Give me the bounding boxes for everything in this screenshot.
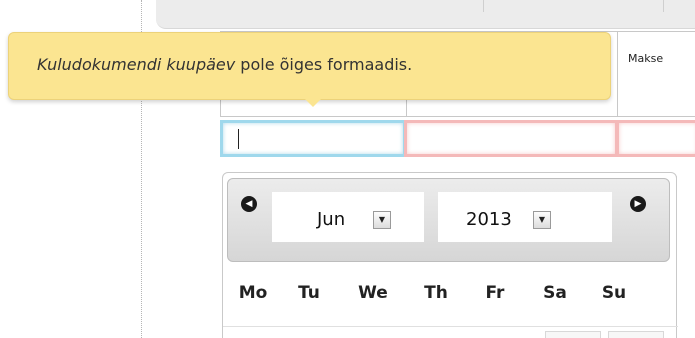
page: Makse Kuludokumendi kuupäev pole õiges f…: [0, 0, 695, 338]
circle-left-arrow-icon[interactable]: ◀: [241, 196, 257, 212]
toolbar-separator: [663, 0, 664, 12]
date-picker-divider: [223, 326, 678, 327]
weekday-label: Sa: [543, 283, 567, 303]
year-value: 2013: [466, 209, 512, 230]
weekday-label: Th: [424, 283, 448, 303]
date-picker: ◀ Jun ▼ 2013 ▼ ▶ Mo Tu We Th Fr Sa Su: [222, 172, 678, 338]
error-text: pole õiges formaadis.: [235, 55, 413, 74]
invalid-field[interactable]: [616, 120, 695, 157]
text-caret: [238, 129, 239, 149]
toolbar-separator: [483, 0, 484, 12]
top-toolbar-strip: [156, 0, 695, 29]
day-cell[interactable]: [608, 331, 664, 338]
weekday-header-row: Mo Tu We Th Fr Sa Su: [233, 283, 668, 305]
validation-message: Kuludokumendi kuupäev pole õiges formaad…: [37, 55, 412, 74]
date-picker-header: ◀ Jun ▼ 2013 ▼ ▶: [227, 178, 670, 262]
year-select[interactable]: 2013 ▼: [438, 192, 612, 242]
month-select[interactable]: Jun ▼: [272, 192, 424, 242]
weekday-label: Mo: [238, 283, 268, 303]
column-header-makse[interactable]: Makse: [617, 32, 695, 116]
month-value: Jun: [317, 209, 346, 230]
day-cell[interactable]: [545, 331, 601, 338]
chevron-down-icon[interactable]: ▼: [533, 211, 551, 229]
circle-right-arrow-icon[interactable]: ▶: [630, 196, 646, 212]
tooltip-pointer: [304, 98, 322, 107]
field-name: Kuludokumendi kuupäev: [37, 55, 236, 74]
expense-date-input[interactable]: [220, 120, 406, 157]
column-header-label: Makse: [628, 52, 664, 65]
weekday-label: Tu: [298, 283, 320, 303]
validation-tooltip: Kuludokumendi kuupäev pole õiges formaad…: [8, 32, 611, 100]
chevron-down-icon[interactable]: ▼: [373, 211, 391, 229]
weekday-label: Su: [601, 283, 627, 303]
weekday-label: We: [358, 283, 388, 303]
weekday-label: Fr: [485, 283, 505, 303]
invalid-field[interactable]: [404, 120, 618, 157]
